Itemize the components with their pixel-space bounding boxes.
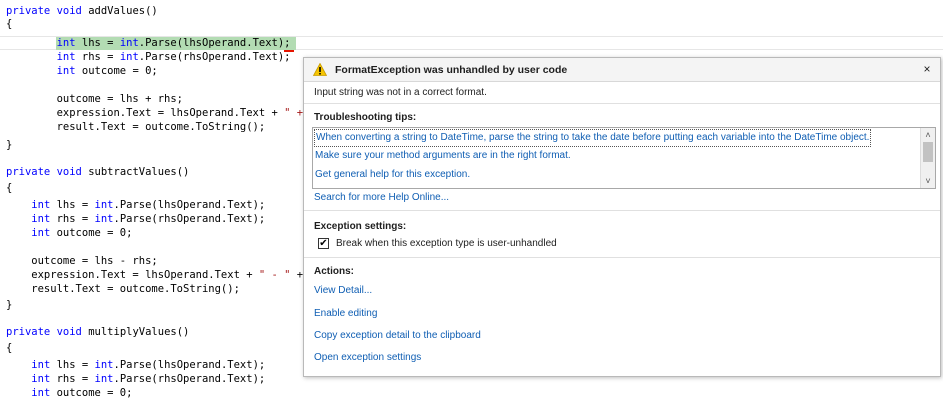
error-squiggle (284, 47, 294, 52)
exception-message: Input string was not in a correct format… (314, 87, 487, 98)
code-line: private void subtractValues() (6, 166, 190, 178)
code-line: expression.Text = lhsOperand.Text + " + (6, 107, 304, 119)
actions-header: Actions: (314, 266, 354, 277)
code-line: private void addValues() (6, 5, 158, 17)
code-line: } (6, 299, 13, 311)
troubleshooting-header: Troubleshooting tips: (314, 112, 417, 123)
code-line: { (6, 18, 13, 30)
code-line: private void multiplyValues() (6, 326, 190, 338)
code-line: result.Text = outcome.ToString(); (6, 121, 266, 133)
scroll-down-icon[interactable]: ˅ (921, 174, 935, 188)
popup-header: FormatException was unhandled by user co… (304, 58, 940, 82)
code-line: int outcome = 0; (56, 65, 158, 77)
code-line: } (6, 139, 13, 151)
exception-settings-header: Exception settings: (314, 221, 407, 232)
open-exception-settings-link[interactable]: Open exception settings (314, 352, 421, 363)
copy-detail-link[interactable]: Copy exception detail to the clipboard (314, 330, 481, 341)
divider (304, 103, 940, 104)
enable-editing-link[interactable]: Enable editing (314, 308, 377, 319)
code-line: int outcome = 0; (31, 227, 133, 239)
search-online-link[interactable]: Search for more Help Online... (314, 192, 449, 203)
tip-link[interactable]: Get general help for this exception. (315, 167, 470, 183)
divider (304, 257, 940, 258)
code-line: int lhs = int.Parse(lhsOperand.Text); (56, 37, 291, 49)
troubleshooting-tips-list: When converting a string to DateTime, pa… (312, 127, 936, 189)
exception-helper-popup: FormatException was unhandled by user co… (303, 57, 941, 377)
scroll-up-icon[interactable]: ˄ (921, 128, 935, 142)
code-line: expression.Text = lhsOperand.Text + " - … (6, 269, 304, 281)
code-line: int outcome = 0; (31, 387, 133, 399)
code-line: int lhs = int.Parse(lhsOperand.Text); (31, 199, 266, 211)
close-icon[interactable]: × (920, 61, 934, 77)
tip-link[interactable]: When converting a string to DateTime, pa… (314, 129, 872, 147)
break-checkbox-label[interactable]: Break when this exception type is user-u… (336, 238, 557, 249)
code-line: outcome = lhs - rhs; (6, 255, 158, 267)
divider (304, 210, 940, 211)
view-detail-link[interactable]: View Detail... (314, 285, 372, 296)
tip-link[interactable]: Make sure your method arguments are in t… (315, 148, 571, 164)
code-line: int rhs = int.Parse(rhsOperand.Text); (31, 373, 266, 385)
code-line: int rhs = int.Parse(rhsOperand.Text); (56, 51, 291, 63)
break-checkbox[interactable]: ✔ (318, 238, 329, 249)
code-line: result.Text = outcome.ToString(); (6, 283, 240, 295)
scroll-thumb[interactable] (923, 142, 933, 162)
code-line: outcome = lhs + rhs; (6, 93, 184, 105)
code-line: int lhs = int.Parse(lhsOperand.Text); (31, 359, 266, 371)
warning-icon (312, 62, 328, 76)
code-line: { (6, 342, 13, 354)
exception-title: FormatException was unhandled by user co… (335, 64, 568, 76)
code-line: { (6, 182, 13, 194)
tips-scrollbar[interactable]: ˄ ˅ (920, 128, 935, 188)
code-line: int rhs = int.Parse(rhsOperand.Text); (31, 213, 266, 225)
